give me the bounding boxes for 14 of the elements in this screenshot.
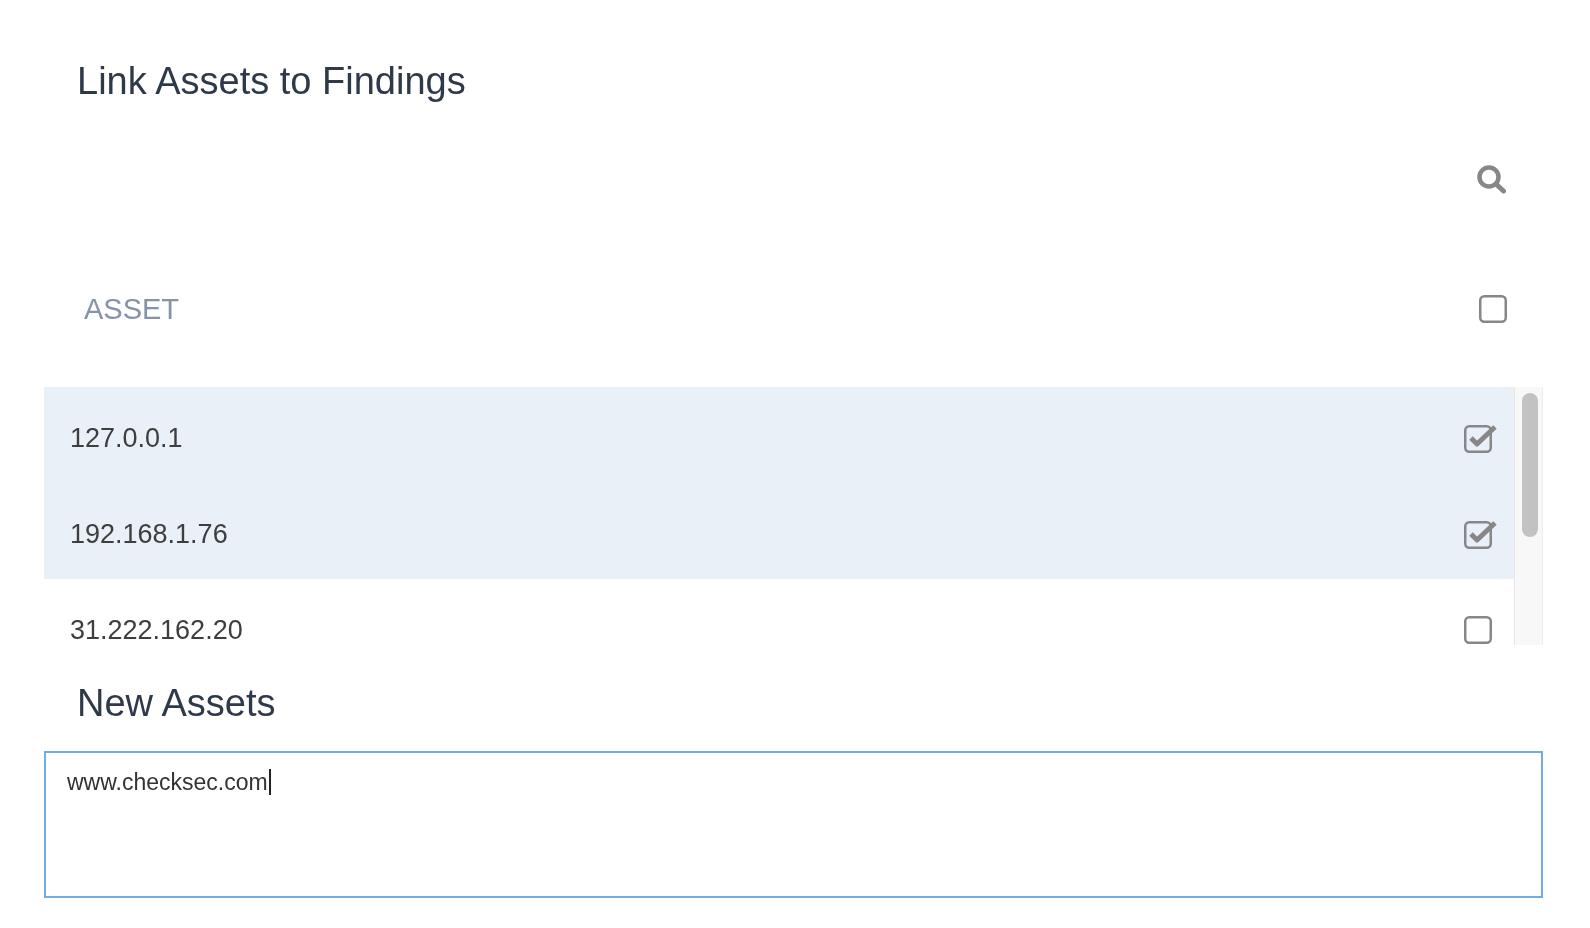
row-checkbox[interactable] — [1464, 518, 1498, 549]
row-checkbox[interactable] — [1464, 422, 1498, 453]
row-checkbox[interactable] — [1464, 615, 1492, 644]
new-assets-field[interactable]: www.checksec.com — [44, 751, 1543, 898]
scrollbar-thumb[interactable] — [1522, 393, 1538, 537]
section-title: New Assets — [77, 681, 276, 726]
page-title: Link Assets to Findings — [77, 59, 466, 104]
select-all-checkbox[interactable] — [1479, 295, 1507, 323]
asset-cell: 192.168.1.76 — [70, 519, 228, 548]
asset-cell: 31.222.162.20 — [70, 615, 243, 644]
text-cursor-icon — [268, 769, 271, 795]
search-icon[interactable] — [1477, 165, 1507, 194]
column-header: ASSET — [84, 292, 180, 326]
asset-cell: 127.0.0.1 — [70, 423, 183, 452]
